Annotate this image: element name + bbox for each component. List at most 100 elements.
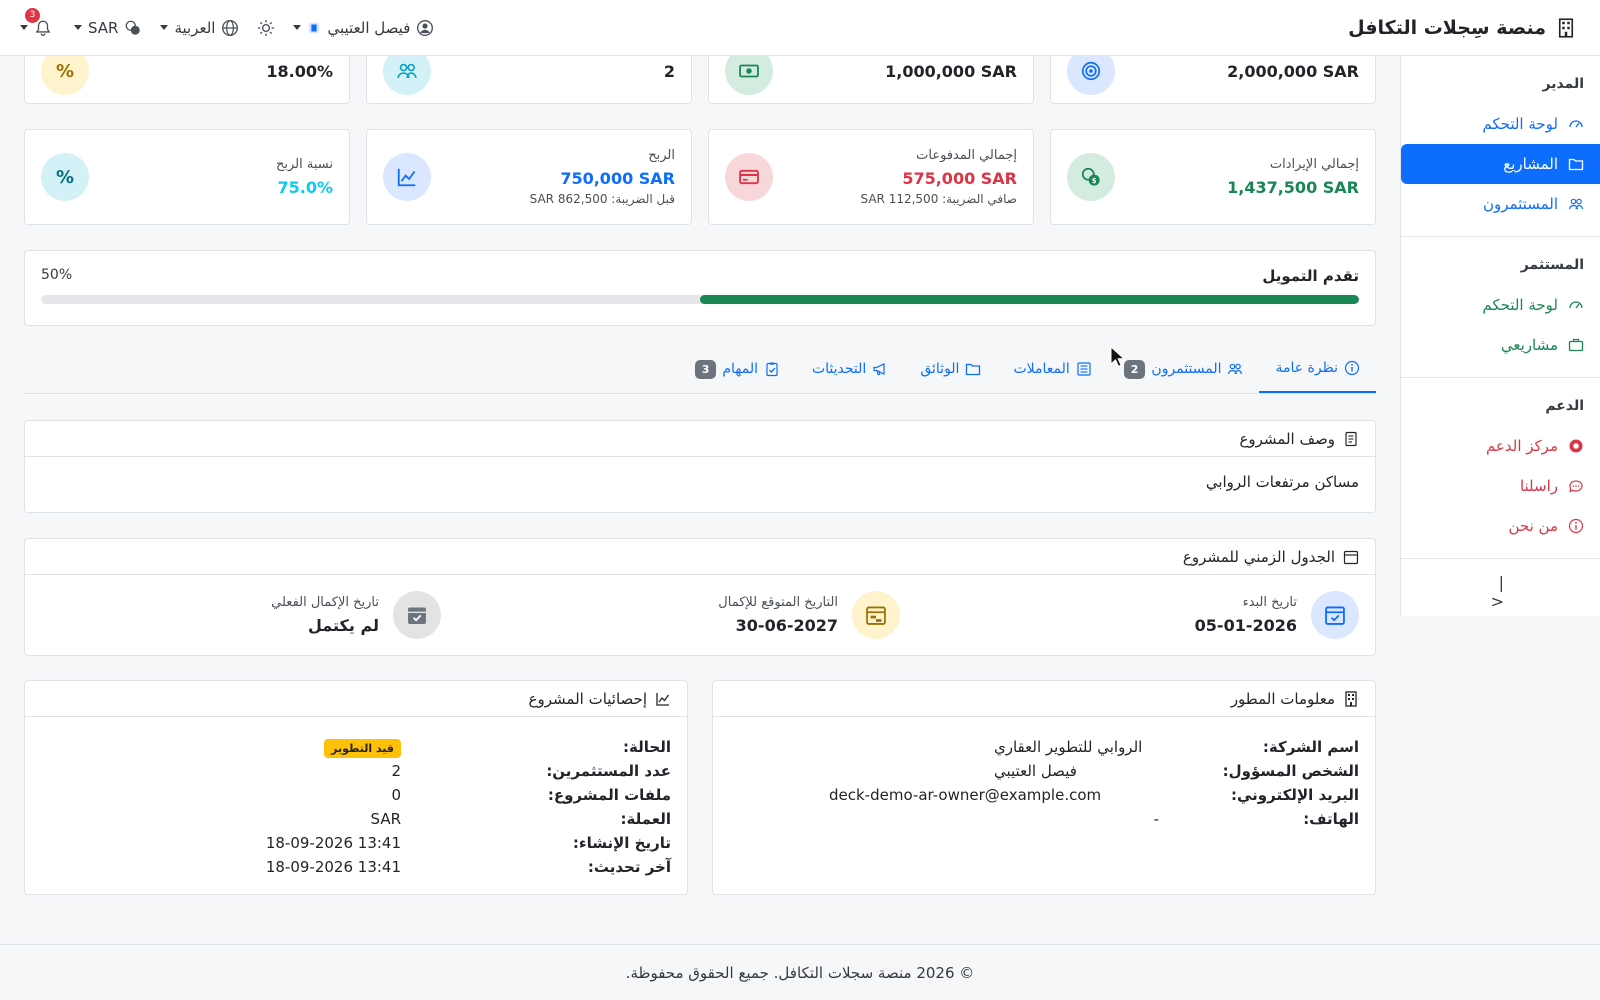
brand-title: منصة سِجلات التكافل [1348,16,1546,39]
building-icon [1345,690,1357,707]
people-icon [1568,198,1584,210]
section-title: إحصائيات المشروع [528,689,647,708]
kv-value: - [1153,810,1159,828]
stat-value: 2,000,000 SAR [1227,62,1359,81]
calendar-check-icon [393,591,441,639]
sidebar-item-investor-dashboard[interactable]: لوحة التحكم [1401,285,1600,325]
kv-key: الحالة: [623,738,671,756]
tab-overview[interactable]: نظرة عامة [1259,353,1376,393]
sidebar-item-about[interactable]: من نحن [1401,506,1600,546]
calendar-check-icon [1311,591,1359,639]
sidebar-item-projects[interactable]: المشاريع [1401,144,1600,184]
stat-subtext: قبل الضريبة: 862,500 SAR [529,192,675,206]
chevron-down-icon [74,25,82,30]
tab-tasks[interactable]: المهام 3 [679,353,796,393]
kv-row: الحالة: قيد التطوير [41,735,671,759]
sidebar-section-admin: المدير لوحة التحكم المشاريع المستثمرون [1401,56,1600,237]
kv-row: الهاتف: - [729,807,1359,831]
footer-copyright: © 2026 منصة سجلات التكافل. جميع الحقوق م… [625,963,975,982]
sidebar-item-label: لوحة التحكم [1482,115,1558,133]
brand[interactable]: منصة سِجلات التكافل [1348,17,1576,39]
notifications-button[interactable]: 3 [20,7,56,39]
theme-toggle[interactable] [257,19,275,37]
developer-info-card: معلومات المطور اسم الشركة: الروابي للتطوي… [712,680,1376,895]
kv-row: تاريخ الإنشاء: 18-09-2026 13:41 [41,831,671,855]
tab-investors[interactable]: المستثمرون 2 [1108,353,1260,393]
kv-key: العملة: [620,810,671,828]
tab-label: المستثمرون [1151,361,1222,377]
footer: © 2026 منصة سجلات التكافل. جميع الحقوق م… [0,944,1600,1000]
sidebar-section-support: الدعم مركز الدعم راسلنا من نحن [1401,378,1600,559]
mouse-cursor-icon [1110,346,1126,367]
status-badge: قيد التطوير [324,739,401,758]
sidebar-item-investors[interactable]: المستثمرون [1401,184,1600,224]
timeline-value: لم يكتمل [308,616,379,635]
sidebar-item-contact[interactable]: راسلنا [1401,466,1600,506]
sidebar-section-investor: المستثمر لوحة التحكم مشاريعي [1401,237,1600,378]
coins-icon: $ [1067,153,1115,201]
sidebar-item-admin-dashboard[interactable]: لوحة التحكم [1401,104,1600,144]
language-label: العربية [174,18,216,37]
kv-key: الشخص المسؤول: [1222,762,1359,780]
timeline-start: تاريخ البدء 05-01-2026 [959,591,1359,639]
sidebar-collapse-button[interactable]: |< [1401,559,1600,625]
info-circle-icon [1344,360,1360,376]
sidebar-item-label: مشاريعي [1500,336,1558,354]
language-dropdown[interactable]: العربية [160,19,239,37]
stat-card-revenue: إجمالي الإيرادات 1,437,500 SAR $ [1050,129,1376,225]
kv-key: آخر تحديث: [587,858,671,876]
timeline-value: 05-01-2026 [1194,616,1297,635]
tab-label: نظرة عامة [1275,360,1338,376]
funding-title: تقدم التمويل [1262,267,1359,285]
stat-value: 750,000 SAR [560,169,675,188]
user-menu[interactable]: فيصل العتيبي [293,19,434,37]
section-title: معلومات المطور [1230,689,1335,708]
kv-key: ملفات المشروع: [547,786,671,804]
tab-label: المهام [722,361,758,377]
timeline-actual: تاريخ الإكمال الفعلي لم يكتمل [41,591,441,639]
project-description-card: وصف المشروع مساكن مرتفعات الروابي [24,420,1376,513]
kv-value: 2 [391,762,401,780]
timeline-expected: التاريخ المتوقع للإكمال 30-06-2027 [500,591,900,639]
description-text: مساكن مرتفعات الروابي [1205,473,1359,491]
kv-key: تاريخ الإنشاء: [572,834,671,852]
funding-progress-fill [700,295,1359,304]
user-circle-icon [417,19,434,36]
currency-label: SAR [88,18,119,37]
calendar-icon [1343,550,1359,564]
stat-value: 2 [663,62,675,81]
timeline-value: 30-06-2027 [735,616,838,635]
sidebar-item-label: لوحة التحكم [1482,296,1558,314]
stat-value: 1,437,500 SAR [1227,178,1359,197]
kv-key: اسم الشركة: [1262,738,1359,756]
people-icon [1228,363,1243,375]
currency-dropdown[interactable]: SAR [74,19,142,37]
tab-documents[interactable]: الوثائق [904,353,997,393]
kv-value: 18-09-2026 13:41 [265,858,401,876]
kv-value: 18-09-2026 13:41 [265,834,401,852]
kv-key: عدد المستثمرين: [546,762,671,780]
kv-value: الروابي للتطوير العقاري [994,738,1143,756]
sidebar-item-label: راسلنا [1519,477,1558,495]
developer-details: اسم الشركة: الروابي للتطوير العقاري الشخص… [713,717,1375,831]
chart-line-icon [383,153,431,201]
section-header: وصف المشروع [25,421,1375,457]
section-header: الجدول الزمني للمشروع [25,539,1375,575]
kv-row: البريد الإلكتروني: deck-demo-ar-owner@exa… [729,783,1359,807]
company-logo-icon [309,22,320,33]
developer-email-link[interactable]: deck-demo-ar-owner@example.com [729,786,1159,804]
tab-updates[interactable]: التحديثات [796,353,904,393]
funding-progress-bar [41,295,1359,304]
stat-card-payments: إجمالي المدفوعات 575,000 SAR صافي الضريب… [708,129,1034,225]
svg-text:$: $ [1092,177,1097,185]
collapse-icon: |< [1490,573,1504,611]
sidebar-item-support-center[interactable]: مركز الدعم [1401,426,1600,466]
chat-icon [1569,480,1583,493]
project-stats-details: الحالة: قيد التطوير عدد المستثمرين: 2 ملفا… [25,717,687,879]
tab-transactions[interactable]: المعاملات [997,353,1107,393]
sun-icon [258,19,275,36]
sidebar-item-my-projects[interactable]: مشاريعي [1401,325,1600,365]
calendar-range-icon [852,591,900,639]
stat-value: 575,000 SAR [902,169,1017,188]
kv-row: اسم الشركة: الروابي للتطوير العقاري [729,735,1359,759]
